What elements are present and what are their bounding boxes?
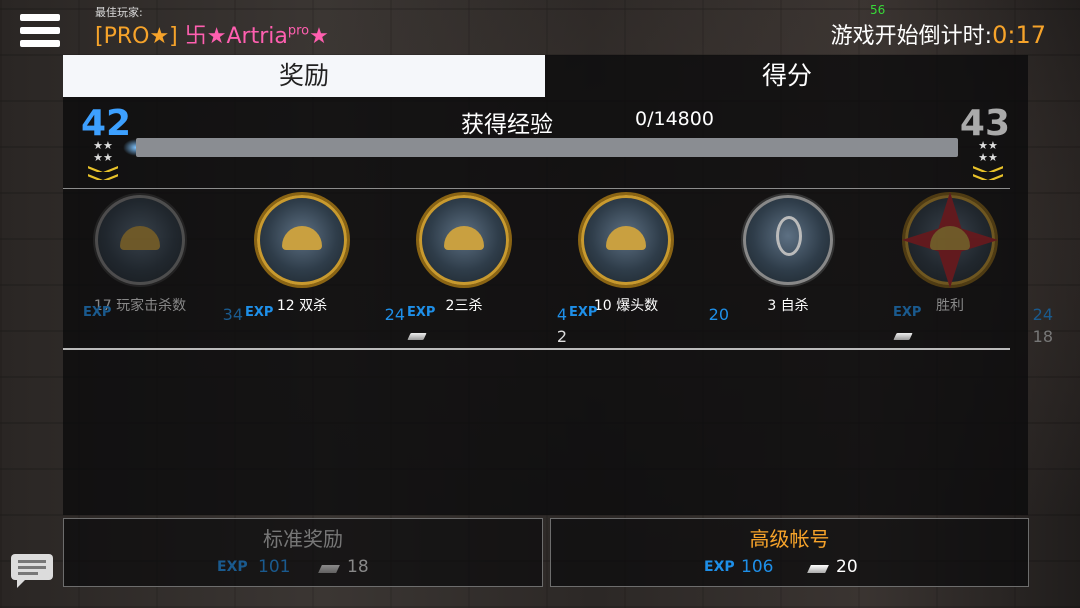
- award-player-kills: 17 玩家击杀数: [70, 195, 210, 315]
- divider-top: [63, 188, 1010, 189]
- best-player-name: [PRO★] 卐★Artriapro★: [95, 23, 329, 49]
- tab-score[interactable]: 得分: [546, 55, 1028, 97]
- award-silver-row: 2: [407, 327, 567, 347]
- silver-ingot-icon: [407, 333, 427, 340]
- award-silver-row: 18: [893, 327, 1053, 347]
- award-triple-kill: 2三杀: [394, 195, 534, 315]
- headshot-cross-medal-icon: [578, 192, 674, 288]
- exp-progress-value: 0/14800: [635, 108, 714, 130]
- award-exp-row: EXP 24: [245, 305, 405, 324]
- next-rank-insignia-icon: ★★ ★★: [970, 140, 1006, 180]
- noose-medal-icon: [743, 195, 833, 285]
- award-exp-row: EXP 4: [407, 305, 567, 324]
- silver-ingot-icon: [318, 565, 340, 573]
- award-label: 3 自杀: [767, 298, 809, 314]
- current-level: 42: [81, 103, 132, 144]
- double-helmet-medal-icon: [257, 195, 347, 285]
- tab-rewards[interactable]: 奖励: [63, 55, 545, 97]
- standard-silver-value: 18: [347, 557, 369, 577]
- results-panel: 奖励 得分 42 ★★ ★★ 43 ★★ ★★ 获得经验 0/14800 17 玩家…: [63, 55, 1053, 515]
- game-start-countdown: 游戏开始倒计时:0:17: [830, 21, 1046, 49]
- award-exp-row: EXP 34: [83, 305, 243, 324]
- triple-helmet-medal-icon: [419, 195, 509, 285]
- premium-silver-value: 20: [836, 557, 858, 577]
- silver-ingot-icon: [807, 565, 829, 573]
- standard-reward-title: 标准奖励: [263, 527, 343, 551]
- rank-insignia-icon: ★★ ★★: [85, 140, 121, 180]
- exp-title: 获得经验: [461, 112, 553, 138]
- chat-icon[interactable]: [11, 554, 53, 588]
- standard-exp-label: EXP: [217, 559, 248, 575]
- victory-eagle-medal-icon: [902, 192, 998, 288]
- standard-exp-value: 101: [258, 557, 291, 577]
- standard-reward-box[interactable]: 标准奖励 EXP 101 18: [63, 518, 543, 587]
- premium-exp-label: EXP: [704, 559, 735, 575]
- award-suicides: 3 自杀: [718, 195, 858, 315]
- premium-account-title: 高级帐号: [749, 527, 830, 551]
- award-double-kill: 12 双杀: [232, 195, 372, 315]
- helmet-medal-icon: [95, 195, 185, 285]
- hamburger-menu-icon[interactable]: [20, 14, 60, 52]
- fps-counter: 56: [870, 3, 886, 17]
- award-exp-row: EXP 20: [569, 305, 729, 324]
- next-level: 43: [959, 103, 1010, 144]
- premium-exp-value: 106: [741, 557, 774, 577]
- divider-bottom: [63, 348, 1010, 350]
- award-exp-row: EXP 24: [893, 305, 1053, 324]
- award-headshots: 10 爆头数: [556, 192, 696, 315]
- award-victory: 胜利: [880, 192, 1020, 315]
- silver-ingot-icon: [893, 333, 913, 340]
- exp-progress-bar: [136, 138, 958, 157]
- premium-account-box[interactable]: 高级帐号 EXP 106 20: [550, 518, 1029, 587]
